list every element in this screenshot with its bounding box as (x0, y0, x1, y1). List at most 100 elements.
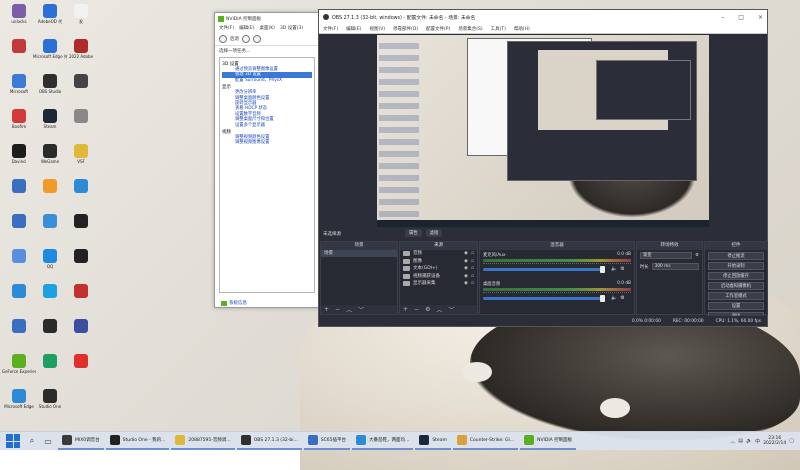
desktop-icon[interactable]: WeGame (33, 142, 67, 176)
taskbar-app-button[interactable]: OBS 27.1.3 (32-bi... (236, 433, 302, 450)
gear-icon[interactable]: ⚙ (620, 295, 624, 301)
desktop-icon[interactable]: unlocks (2, 2, 36, 36)
desktop-icon[interactable]: Studio One (33, 387, 67, 421)
task-view-icon[interactable]: ▭ (42, 437, 54, 446)
eye-icon[interactable]: ◉ (464, 273, 468, 281)
desktop-icon[interactable]: Steam (33, 107, 67, 141)
desktop-icon[interactable]: AdobeOD 代 (33, 2, 67, 36)
tree-item[interactable]: 设置多个显示器 (222, 123, 312, 128)
taskbar-app-button[interactable]: SC65插平台 (303, 433, 351, 450)
taskbar-app-button[interactable]: MIX0调音台 (58, 433, 104, 450)
taskbar-app-button[interactable]: Studio One - 我的... (105, 433, 170, 450)
properties-button[interactable]: 属性 (405, 229, 422, 237)
desktop-icon[interactable] (33, 212, 67, 246)
tree-item[interactable]: 调整视频图像设置 (222, 140, 312, 145)
scene-item[interactable]: 场景 (321, 250, 397, 257)
desktop-icon[interactable] (64, 352, 98, 386)
desktop-icon[interactable] (64, 212, 98, 246)
menu-item[interactable]: 文件(F) (219, 25, 234, 31)
taskbar-app-button[interactable]: NVIDIA 控制面板 (520, 433, 577, 450)
source-item[interactable]: 文本(GDI+) ◉ ▫ (400, 265, 477, 273)
desktop-icon[interactable] (64, 177, 98, 211)
desktop-icon[interactable] (33, 317, 67, 351)
eye-icon[interactable]: ◉ (464, 258, 468, 266)
taskbar-app-button[interactable]: 大番茄鞋，两面均... (352, 433, 414, 450)
minimize-icon[interactable]: – (721, 14, 724, 21)
remove-icon[interactable]: − (414, 306, 419, 313)
clock[interactable]: 23:16 2022/2/14 (763, 436, 786, 447)
menu-item[interactable]: 帮助(H) (514, 26, 530, 32)
desktop-icon[interactable]: 发 (64, 2, 98, 36)
desktop-icon[interactable] (33, 352, 67, 386)
menu-item[interactable]: 编辑(E) (239, 25, 254, 31)
title-bar[interactable]: OBS 27.1.3 (32-bit, windows) - 配置文件: 未命名… (319, 10, 767, 24)
taskbar-app-button[interactable]: 20887595-音频调... (171, 433, 235, 450)
desktop-icon[interactable] (2, 212, 36, 246)
volume-slider[interactable] (483, 266, 605, 273)
windows-start-icon[interactable] (6, 434, 20, 448)
desktop-icon[interactable]: Microsoft Edge (2, 387, 36, 421)
control-button[interactable]: 设置 (708, 302, 764, 310)
lock-icon[interactable]: ▫ (471, 250, 474, 258)
control-button[interactable]: 开始录制 (708, 262, 764, 270)
menu-item[interactable]: 停靠部件(D) (393, 26, 418, 32)
close-icon[interactable]: × (758, 14, 763, 21)
menu-item[interactable]: 编辑(E) (346, 26, 361, 32)
control-button[interactable]: 停止推流 (708, 252, 764, 260)
desktop-icon[interactable] (33, 282, 67, 316)
back-icon[interactable] (219, 34, 227, 43)
eye-icon[interactable]: ◉ (464, 265, 468, 273)
desktop-icon[interactable] (2, 37, 36, 71)
add-icon[interactable]: + (324, 306, 329, 313)
control-button[interactable]: 停止回放缓存 (708, 272, 764, 280)
ime-icon[interactable]: 中 (755, 438, 760, 445)
desktop-icon[interactable] (2, 177, 36, 211)
preview-canvas[interactable] (377, 35, 709, 227)
desktop-icon[interactable]: OBS Studio (33, 72, 67, 106)
source-item[interactable]: 显示器采集 ◉ ▫ (400, 280, 477, 288)
desktop-icon[interactable]: QQ (33, 247, 67, 281)
menu-item[interactable]: 配置文件(P) (426, 26, 450, 32)
desktop-icon[interactable]: VSF (64, 142, 98, 176)
volume-icon[interactable]: 🔈 (746, 438, 752, 444)
home-icon[interactable] (253, 34, 261, 43)
desktop-icon[interactable] (2, 317, 36, 351)
desktop-icon[interactable]: Microsoft Edge 外站 (33, 37, 67, 71)
gear-icon[interactable]: ⚙ (425, 306, 430, 313)
remove-icon[interactable]: − (335, 306, 340, 313)
title-bar[interactable]: NVIDIA 控制面板 (215, 13, 319, 24)
control-button[interactable]: 启动虚拟摄像机 (708, 282, 764, 290)
transition-select[interactable]: 渐变 (640, 252, 693, 259)
desktop-icon[interactable] (2, 247, 36, 281)
menu-item[interactable]: 桌面(K) (259, 25, 274, 31)
duration-input[interactable]: 300 ms (651, 263, 699, 270)
desktop-icon[interactable] (64, 107, 98, 141)
tray-overflow-icon[interactable]: ︿ (730, 438, 735, 445)
obs-window[interactable]: OBS 27.1.3 (32-bit, windows) - 配置文件: 未命名… (318, 9, 768, 327)
control-button[interactable]: 工作室模式 (708, 292, 764, 300)
lock-icon[interactable]: ▫ (471, 273, 474, 281)
down-icon[interactable]: ﹀ (448, 305, 454, 314)
up-icon[interactable]: ︿ (436, 305, 442, 314)
search-icon[interactable]: ⌕ (26, 436, 38, 446)
notification-icon[interactable]: ▢ (789, 438, 794, 444)
speaker-icon[interactable]: 🔈 (611, 295, 617, 301)
volume-slider[interactable] (483, 295, 605, 302)
system-info-link[interactable]: 系统信息 (221, 300, 247, 306)
menu-item[interactable]: 工具(T) (491, 26, 506, 32)
taskbar-app-button[interactable]: Counter-Strike: Gl... (452, 433, 519, 450)
add-icon[interactable]: + (403, 306, 408, 313)
lock-icon[interactable]: ▫ (471, 258, 474, 266)
up-icon[interactable]: ︿ (346, 305, 352, 314)
menu-item[interactable]: 3D 设置(3) (280, 25, 303, 31)
menu-item[interactable]: 文件(F) (323, 26, 338, 32)
gear-icon[interactable]: ⚙ (695, 253, 699, 258)
menu-item[interactable]: 场景集合(S) (458, 26, 482, 32)
lock-icon[interactable]: ▫ (471, 280, 474, 288)
desktop-icon[interactable] (64, 72, 98, 106)
desktop-icon[interactable] (64, 247, 98, 281)
lock-icon[interactable]: ▫ (471, 265, 474, 273)
source-item[interactable]: 音频 ◉ ▫ (400, 250, 477, 258)
desktop-icon[interactable]: Davinci (2, 142, 36, 176)
desktop-icon[interactable] (64, 282, 98, 316)
